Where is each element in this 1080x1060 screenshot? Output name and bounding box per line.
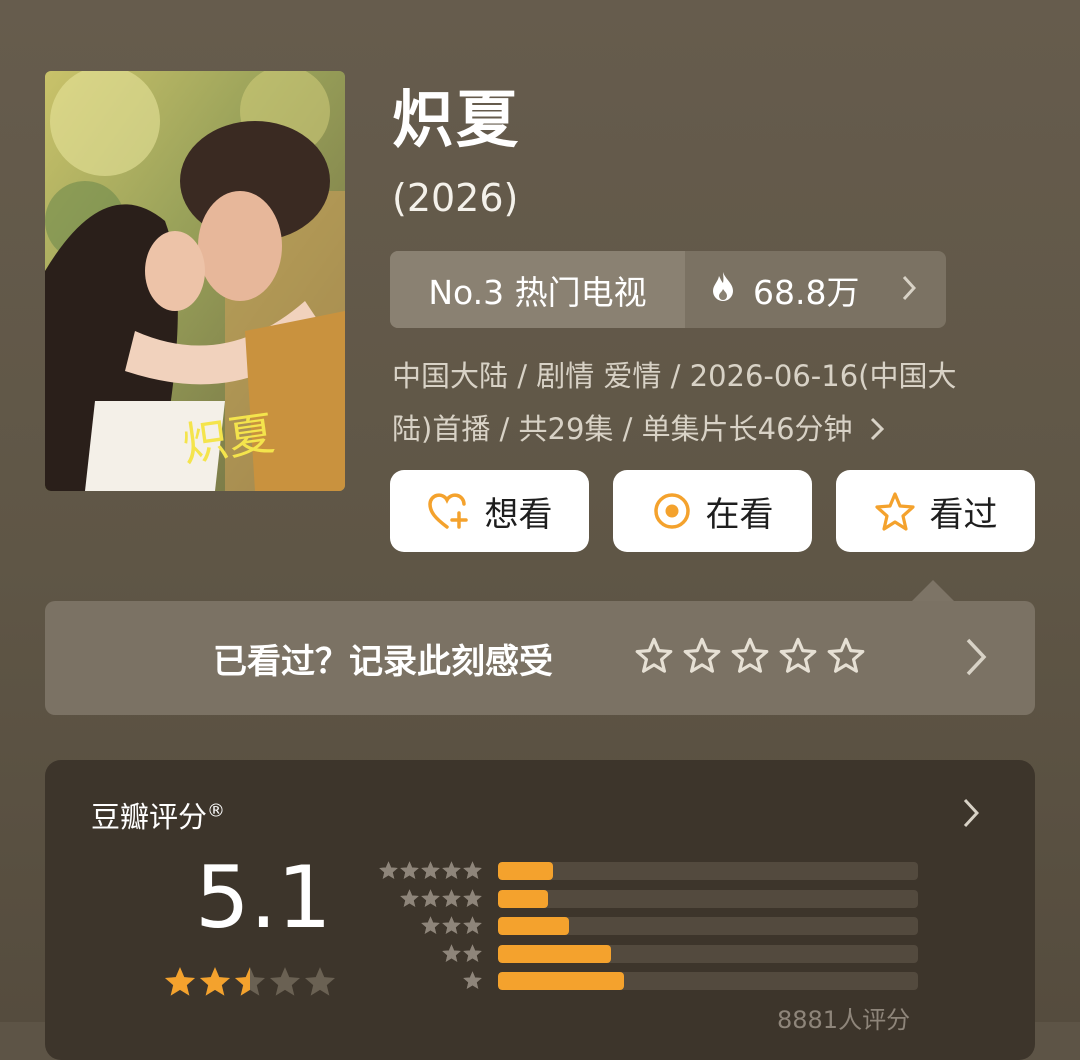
- watched-button[interactable]: 看过: [836, 470, 1035, 552]
- want-label: 想看: [484, 494, 553, 535]
- rating-star-2[interactable]: [683, 637, 721, 675]
- tooltip-pointer: [911, 580, 955, 602]
- meta-line-2-text: 陆)首播 / 共29集 / 单集片长46分钟: [392, 412, 853, 446]
- star-icon: [463, 888, 482, 907]
- star-icon: [442, 888, 461, 907]
- meta-line-2: 陆)首播 / 共29集 / 单集片长46分钟: [392, 403, 1032, 458]
- star-icon: [442, 916, 461, 934]
- rating-star-5[interactable]: [827, 637, 865, 675]
- distribution-stars: [377, 860, 483, 882]
- distribution-bar: [498, 862, 553, 880]
- star-icon: [421, 861, 440, 879]
- star-icon: [400, 861, 419, 879]
- distribution-stars: [377, 915, 483, 937]
- star-icon: [400, 888, 419, 907]
- distribution-bar: [498, 889, 549, 908]
- chevron-right-icon: [965, 637, 987, 681]
- show-title: 炽夏: [392, 83, 521, 156]
- star-icon: [421, 888, 440, 907]
- score-star-2: [199, 967, 231, 996]
- rank-label: No.3 热门电视: [390, 251, 685, 328]
- distribution-bar: [498, 972, 624, 990]
- score-stars: [163, 965, 338, 999]
- rating-count: 8881人评分: [777, 1006, 911, 1034]
- flame-icon: [711, 270, 735, 309]
- star-icon: [463, 971, 482, 989]
- want-button[interactable]: 想看: [390, 470, 589, 552]
- watched-label: 看过: [929, 494, 998, 535]
- star-icon: [442, 943, 461, 962]
- rating-star-1[interactable]: [635, 637, 673, 675]
- distribution-stars: [377, 970, 483, 992]
- show-meta[interactable]: 中国大陆 / 剧情 爱情 / 2026-06-16(中国大 陆)首播 / 共29…: [392, 350, 1032, 458]
- heat-count: 68.8万: [753, 272, 860, 312]
- distribution-track: [498, 862, 918, 880]
- distribution-track: [498, 917, 918, 935]
- record-label: 已看过？记录此刻感受: [213, 641, 553, 682]
- distribution-track: [498, 944, 918, 963]
- star-icon: [421, 916, 440, 934]
- star-icon: [463, 861, 482, 879]
- douban-rating-card[interactable]: 豆瓣评分® 5.1 8881人评分: [45, 760, 1035, 1060]
- meta-line-1: 中国大陆 / 剧情 爱情 / 2026-06-16(中国大: [392, 359, 957, 393]
- star-outline-icon: [874, 492, 915, 531]
- rating-star-4[interactable]: [779, 637, 817, 675]
- distribution-bar: [498, 917, 570, 935]
- distribution-bar: [498, 944, 612, 963]
- star-icon: [463, 916, 482, 934]
- show-year: (2026): [392, 176, 519, 220]
- distribution-track: [498, 889, 918, 908]
- distribution-stars: [377, 888, 483, 910]
- rating-score: 5.1: [195, 848, 332, 948]
- rating-label-text: 豆瓣评分: [91, 800, 208, 834]
- record-feeling-bar[interactable]: 已看过？记录此刻感受: [45, 601, 1035, 715]
- heat-section: 68.8万: [685, 251, 946, 328]
- action-buttons: 想看 在看 看过: [390, 470, 1035, 552]
- record-star-rating[interactable]: [635, 637, 875, 675]
- heart-plus-icon: [427, 493, 468, 529]
- star-icon: [463, 943, 482, 962]
- poster-image[interactable]: 炽夏: [45, 71, 345, 491]
- distribution-track: [498, 972, 918, 990]
- distribution-stars: [377, 943, 483, 965]
- star-icon: [442, 861, 461, 879]
- chevron-right-icon: [870, 405, 884, 458]
- score-star-5: [304, 967, 336, 996]
- rank-badge[interactable]: No.3 热门电视 68.8万: [390, 251, 946, 328]
- target-circle-icon: [653, 493, 690, 529]
- watching-button[interactable]: 在看: [613, 470, 812, 552]
- score-star-3: [234, 967, 266, 996]
- rating-label: 豆瓣评分®: [91, 794, 225, 836]
- chevron-right-icon: [902, 270, 917, 309]
- star-icon: [379, 861, 398, 879]
- chevron-right-icon: [963, 798, 980, 832]
- rating-star-3[interactable]: [731, 637, 769, 675]
- score-star-1: [164, 967, 196, 996]
- score-star-4: [269, 967, 301, 996]
- watching-label: 在看: [705, 494, 774, 535]
- registered-mark: ®: [207, 800, 226, 822]
